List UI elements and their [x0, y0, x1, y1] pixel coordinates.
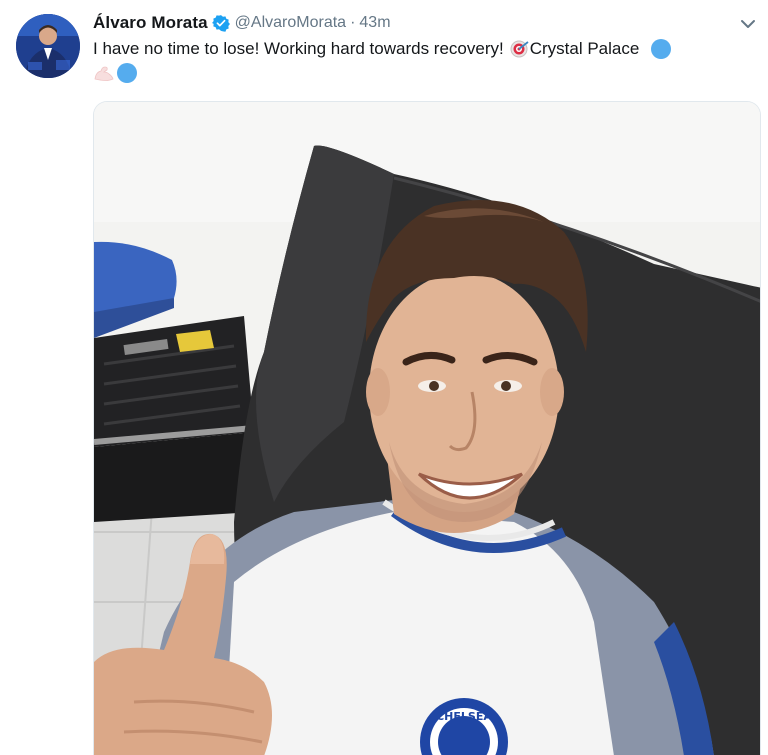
target-pin-emoji-icon	[510, 39, 530, 59]
crest-text: CHELSEA	[436, 710, 492, 723]
avatar[interactable]	[16, 14, 80, 78]
chevron-down-icon[interactable]	[738, 16, 758, 32]
author-handle[interactable]: @AlvaroMorata	[235, 14, 346, 32]
tweet-text-line-1: I have no time to lose! Working hard tow…	[93, 38, 672, 60]
verified-badge-icon	[211, 14, 230, 32]
flexed-biceps-emoji-icon	[93, 63, 114, 83]
tweet-text: I have no time to lose! Working hard tow…	[93, 39, 504, 58]
place-name: Crystal Palace	[529, 39, 640, 58]
separator-dot: ·	[350, 14, 356, 31]
blue-circle-emoji-icon	[651, 39, 672, 59]
tweet-header: Álvaro Morata @AlvaroMorata · 43m	[93, 12, 391, 34]
tweet-card[interactable]: Álvaro Morata @AlvaroMorata · 43m I have…	[0, 0, 768, 755]
tweet-timestamp[interactable]: 43m	[359, 14, 390, 32]
tweet-photo[interactable]: CHELSEA	[93, 101, 761, 755]
author-name[interactable]: Álvaro Morata	[93, 13, 208, 33]
blue-circle-emoji-icon	[117, 63, 137, 83]
tweet-text-line-2	[93, 62, 137, 84]
